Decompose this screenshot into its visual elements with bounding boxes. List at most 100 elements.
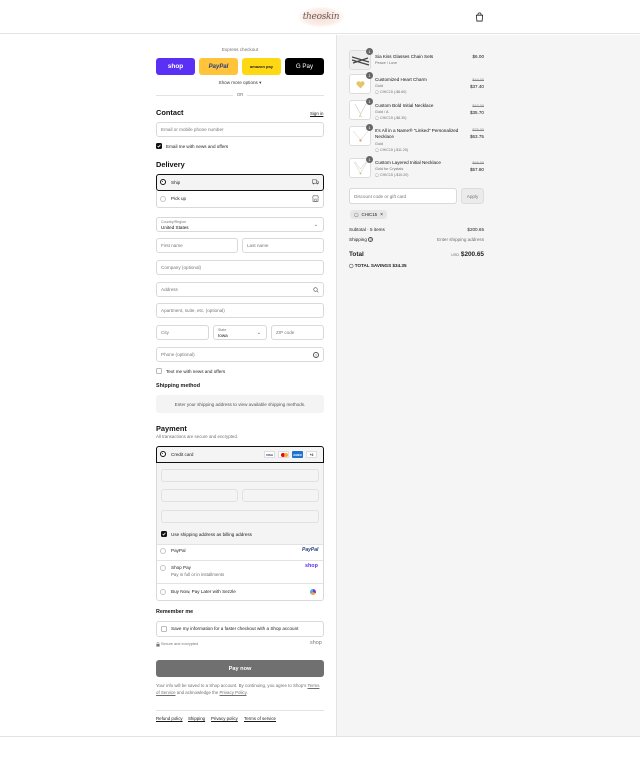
paypal-express-button[interactable]: PayPal xyxy=(199,58,238,75)
divider xyxy=(157,583,323,584)
item-variant: Gold for Crystals xyxy=(375,167,404,171)
help-icon[interactable]: ? xyxy=(313,351,319,358)
shop-pay-option-label[interactable]: Shop Pay xyxy=(171,565,191,570)
pickup-radio[interactable] xyxy=(160,196,166,202)
tag-icon: ◯ xyxy=(375,173,380,177)
divider xyxy=(157,560,323,561)
paypal-logo: PayPal xyxy=(302,547,319,553)
ship-label: Ship xyxy=(171,180,181,185)
text-news-checkbox[interactable] xyxy=(156,368,162,374)
country-label: Country/Region xyxy=(161,220,186,224)
card-cvv-field[interactable] xyxy=(242,489,319,502)
paypal-option-label[interactable]: PayPal xyxy=(171,548,186,553)
shop-pay-express-button[interactable]: shop xyxy=(156,58,195,75)
product-thumbnail: A 1 xyxy=(349,98,373,120)
store-logo[interactable]: theoskin xyxy=(298,7,344,27)
discount-tag: ◯ CHIC15 × xyxy=(350,210,388,219)
shop-pay-radio[interactable] xyxy=(160,565,166,571)
item-name: Sia Kiss Glasses Chain Sets xyxy=(375,54,434,59)
total-value: $200.65 xyxy=(460,251,484,258)
item-original-price: $44.00 xyxy=(472,78,484,82)
total-amount: USD $200.65 xyxy=(451,251,484,258)
sezzle-radio[interactable] xyxy=(160,589,166,595)
quantity-badge: 1 xyxy=(366,72,373,79)
sezzle-option-label[interactable]: Buy Now, Pay Later with Sezzle xyxy=(171,589,236,594)
card-number-field[interactable] xyxy=(161,469,319,482)
help-icon[interactable]: ? xyxy=(368,237,374,242)
address-field[interactable]: Address xyxy=(156,282,324,297)
remember-me-heading: Remember me xyxy=(156,609,194,615)
privacy-policy-link[interactable]: Privacy Policy xyxy=(220,690,247,695)
tag-icon: ◯ xyxy=(375,116,380,120)
amazon-pay-label: amazon pay xyxy=(250,64,273,69)
product-thumbnail: 1 xyxy=(349,72,373,94)
subtotal-label: Subtotal · 5 items xyxy=(349,227,385,232)
shopping-bag-icon[interactable] xyxy=(475,12,484,22)
search-icon xyxy=(313,287,319,293)
email-field[interactable]: Email or mobile phone number xyxy=(156,122,324,137)
google-pay-express-button[interactable]: G Pay xyxy=(285,58,324,75)
item-price: $6.00 xyxy=(472,54,485,59)
shipping-label: Shipping xyxy=(349,237,367,242)
subtotal-row: Subtotal · 5 items $200.65 xyxy=(349,227,484,232)
or-text: OR xyxy=(233,92,247,97)
pay-now-button[interactable]: Pay now xyxy=(156,660,324,677)
phone-field[interactable]: Phone (optional) ? xyxy=(156,347,324,362)
refund-policy-link[interactable]: Refund policy xyxy=(156,716,183,721)
zip-field[interactable]: ZIP code xyxy=(271,325,324,340)
chevron-down-icon: ⌄ xyxy=(256,330,261,336)
item-discount: ◯ CHIC15 (-$10.20) xyxy=(375,173,409,177)
footer-divider xyxy=(0,736,640,737)
company-field[interactable]: Company (optional) xyxy=(156,260,324,275)
state-select[interactable]: State Iowa ⌄ xyxy=(213,325,267,340)
shipping-method-heading: Shipping method xyxy=(156,383,201,389)
quantity-badge: 1 xyxy=(366,98,373,105)
credit-card-radio[interactable] xyxy=(160,451,166,457)
save-info-checkbox[interactable] xyxy=(161,626,167,632)
item-original-price: $68.00 xyxy=(472,161,484,165)
billing-same-checkbox[interactable] xyxy=(161,531,167,537)
item-price: $35.70 xyxy=(469,110,484,115)
discount-code-field[interactable]: Discount code or gift card xyxy=(349,188,457,204)
total-label: Total xyxy=(349,251,364,258)
state-label: State xyxy=(218,328,227,332)
last-name-field[interactable]: Last name xyxy=(242,238,324,253)
show-more-options-link[interactable]: Show more options ▾ xyxy=(156,80,324,86)
sign-in-link[interactable]: Sign in xyxy=(310,111,323,116)
card-name-field[interactable] xyxy=(161,510,319,523)
visa-icon: VISA xyxy=(264,451,275,458)
ship-option[interactable] xyxy=(156,174,324,191)
privacy-policy-footer-link[interactable]: Privacy policy xyxy=(211,716,238,721)
delivery-heading: Delivery xyxy=(156,160,185,169)
tag-icon: ◯ xyxy=(375,148,380,152)
apply-button[interactable]: Apply xyxy=(461,188,484,204)
country-value: United States xyxy=(161,225,189,230)
legal-text: Your info will be saved to a Shop accoun… xyxy=(156,683,320,695)
apartment-field[interactable]: Apartment, suite, etc. (optional) xyxy=(156,303,324,318)
city-field[interactable]: City xyxy=(156,325,209,340)
first-name-field[interactable]: First name xyxy=(156,238,238,253)
item-name: Customized Heart Charm xyxy=(375,77,427,82)
amazon-pay-express-button[interactable]: amazon pay xyxy=(242,58,281,75)
tag-icon: ◯ xyxy=(354,212,359,217)
state-value: Iowa xyxy=(218,333,228,338)
ship-radio[interactable] xyxy=(160,179,166,185)
item-name: It's All in a Name® "Linked" Personalize… xyxy=(375,128,459,139)
shop-pay-logo: shop xyxy=(305,563,318,569)
mastercard-icon xyxy=(278,451,289,458)
terms-of-service-footer-link[interactable]: Terms of service xyxy=(244,716,276,721)
paypal-radio[interactable] xyxy=(160,548,166,554)
shipping-row: Shipping ? Enter shipping address xyxy=(349,237,484,242)
card-expiry-field[interactable] xyxy=(161,489,238,502)
amex-icon: AMEX xyxy=(292,451,303,458)
pickup-label[interactable]: Pick up xyxy=(171,196,186,201)
subtotal-value: $200.65 xyxy=(467,227,484,232)
item-price: $63.75 xyxy=(469,134,484,139)
item-variant: Peace / Love xyxy=(375,61,398,65)
currency-code: USD xyxy=(451,253,460,257)
truck-icon xyxy=(312,179,319,185)
shipping-link[interactable]: Shipping xyxy=(188,716,205,721)
country-select[interactable]: Country/Region United States ⌄ xyxy=(156,217,324,232)
email-news-checkbox[interactable] xyxy=(156,143,162,149)
remove-discount-icon[interactable]: × xyxy=(380,212,383,218)
